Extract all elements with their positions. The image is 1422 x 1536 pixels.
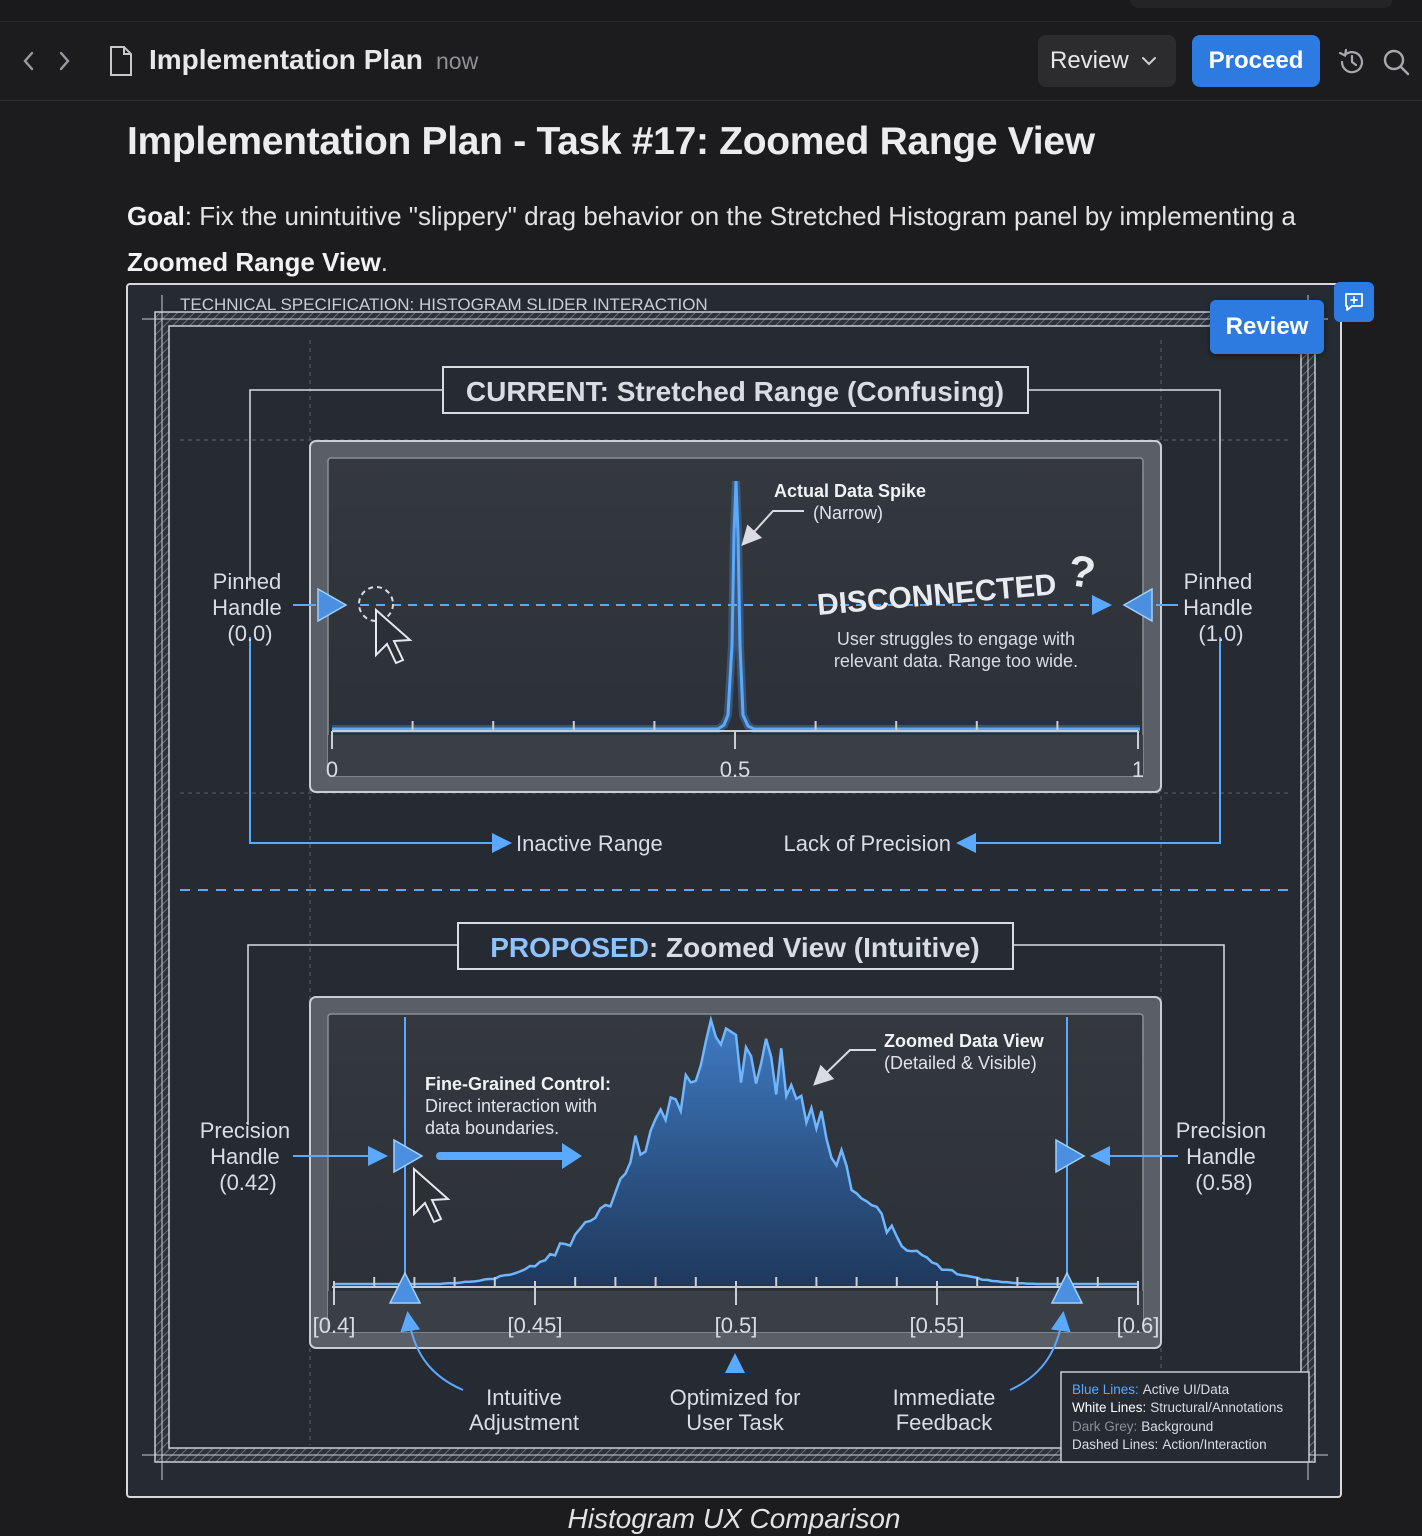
struggle-line-2: relevant data. Range too wide. [834, 651, 1078, 671]
tick-label: [0.4] [313, 1313, 356, 1338]
spec-figure: TECHNICAL SPECIFICATION: HISTOGRAM SLIDE… [126, 283, 1342, 1498]
current-title-prefix: CURRENT [466, 376, 603, 407]
inactive-range-label: Inactive Range [516, 831, 663, 856]
tick-label: 0.5 [720, 757, 751, 782]
right-precision-label: Precision Handle (0.58) [1176, 1118, 1273, 1195]
goal-emphasis: Zoomed Range View [127, 247, 381, 277]
proposed-title-prefix: PROPOSED [490, 932, 649, 963]
search-icon[interactable] [1381, 47, 1411, 77]
tab-strip-pill [1130, 0, 1392, 8]
spike-label: Actual Data Spike [774, 481, 926, 501]
chevron-down-icon [1141, 57, 1156, 66]
spec-diagram: TECHNICAL SPECIFICATION: HISTOGRAM SLIDE… [142, 295, 1328, 1480]
window-top-strip [0, 0, 1422, 22]
right-pinned-label: Pinned Handle (1.0) [1183, 569, 1259, 646]
chevron-left-icon [23, 51, 34, 71]
legend-item: Dark Grey: Background [1072, 1419, 1213, 1434]
left-precision-label: Precision Handle (0.42) [200, 1118, 297, 1195]
note-intuitive: Intuitive Adjustment [469, 1385, 579, 1435]
left-pinned-label: Pinned Handle (0.0) [212, 569, 288, 646]
editor-toolbar: Implementation Plan now Review Proceed [0, 22, 1422, 101]
history-icon[interactable] [1337, 47, 1367, 77]
proposed-title-rest: : Zoomed View (Intuitive) [649, 932, 980, 963]
figure-review-button[interactable]: Review [1210, 300, 1324, 354]
tick-label: [0.5] [715, 1313, 758, 1338]
document-title: Implementation Plan [149, 44, 423, 75]
forward-button[interactable] [52, 48, 76, 74]
tick-label: 0 [326, 757, 338, 782]
zoomed-view-sub: (Detailed & Visible) [884, 1053, 1037, 1073]
struggle-line-1: User struggles to engage with [837, 629, 1075, 649]
legend: Blue Lines: Active UI/Data White Lines: St… [1060, 1371, 1310, 1463]
fine-control-line-1: Direct interaction with [425, 1096, 597, 1116]
zoomed-view-title: Zoomed Data View [884, 1031, 1045, 1051]
document-timestamp: now [436, 48, 479, 74]
proceed-button[interactable]: Proceed [1192, 35, 1320, 87]
legend-item: White Lines: Structural/Annotations [1072, 1400, 1283, 1415]
back-button[interactable] [17, 48, 41, 74]
goal-label: Goal [127, 201, 185, 231]
fine-control-line-2: data boundaries. [425, 1118, 559, 1138]
spike-sublabel: (Narrow) [813, 503, 883, 523]
legend-item: Dashed Lines: Action/Interaction [1072, 1437, 1267, 1452]
proposed-title: PROPOSED: Zoomed View (Intuitive) [490, 932, 980, 963]
current-title-rest: : Stretched Range (Confusing) [600, 376, 1004, 407]
tick-label: [0.6] [1117, 1313, 1160, 1338]
proposed-section: PROPOSED: Zoomed View (Intuitive) [0.4] [… [200, 922, 1273, 1435]
add-comment-icon [1345, 293, 1363, 311]
add-comment-button[interactable] [1334, 282, 1374, 322]
lack-precision-label: Lack of Precision [783, 831, 951, 856]
review-dropdown-label: Review [1050, 47, 1129, 74]
figure-caption: Histogram UX Comparison [567, 1503, 901, 1534]
document-icon [110, 46, 132, 76]
fine-control-title: Fine-Grained Control: [425, 1074, 611, 1094]
tick-label: [0.45] [507, 1313, 562, 1338]
note-optimized: Optimized for User Task [670, 1385, 801, 1435]
goal-text: : Fix the unintuitive "slippery" drag be… [184, 201, 1296, 231]
review-dropdown[interactable]: Review [1038, 35, 1176, 87]
page-title: Implementation Plan - Task #17: Zoomed R… [127, 120, 1095, 163]
current-section: CURRENT: Stretched Range (Confusing) 0 0.… [212, 366, 1259, 856]
chevron-right-icon [59, 51, 70, 71]
goal-text-end: . [380, 247, 389, 277]
tick-label: [0.55] [909, 1313, 964, 1338]
goal-paragraph: Goal: Fix the unintuitive "slippery" dra… [127, 193, 1307, 285]
note-feedback: Immediate Feedback [893, 1385, 996, 1435]
current-title: CURRENT: Stretched Range (Confusing) [466, 376, 1004, 407]
spec-title: TECHNICAL SPECIFICATION: HISTOGRAM SLIDE… [180, 295, 708, 314]
legend-item: Blue Lines: Active UI/Data [1072, 1382, 1230, 1397]
tick-label: 1 [1132, 757, 1144, 782]
